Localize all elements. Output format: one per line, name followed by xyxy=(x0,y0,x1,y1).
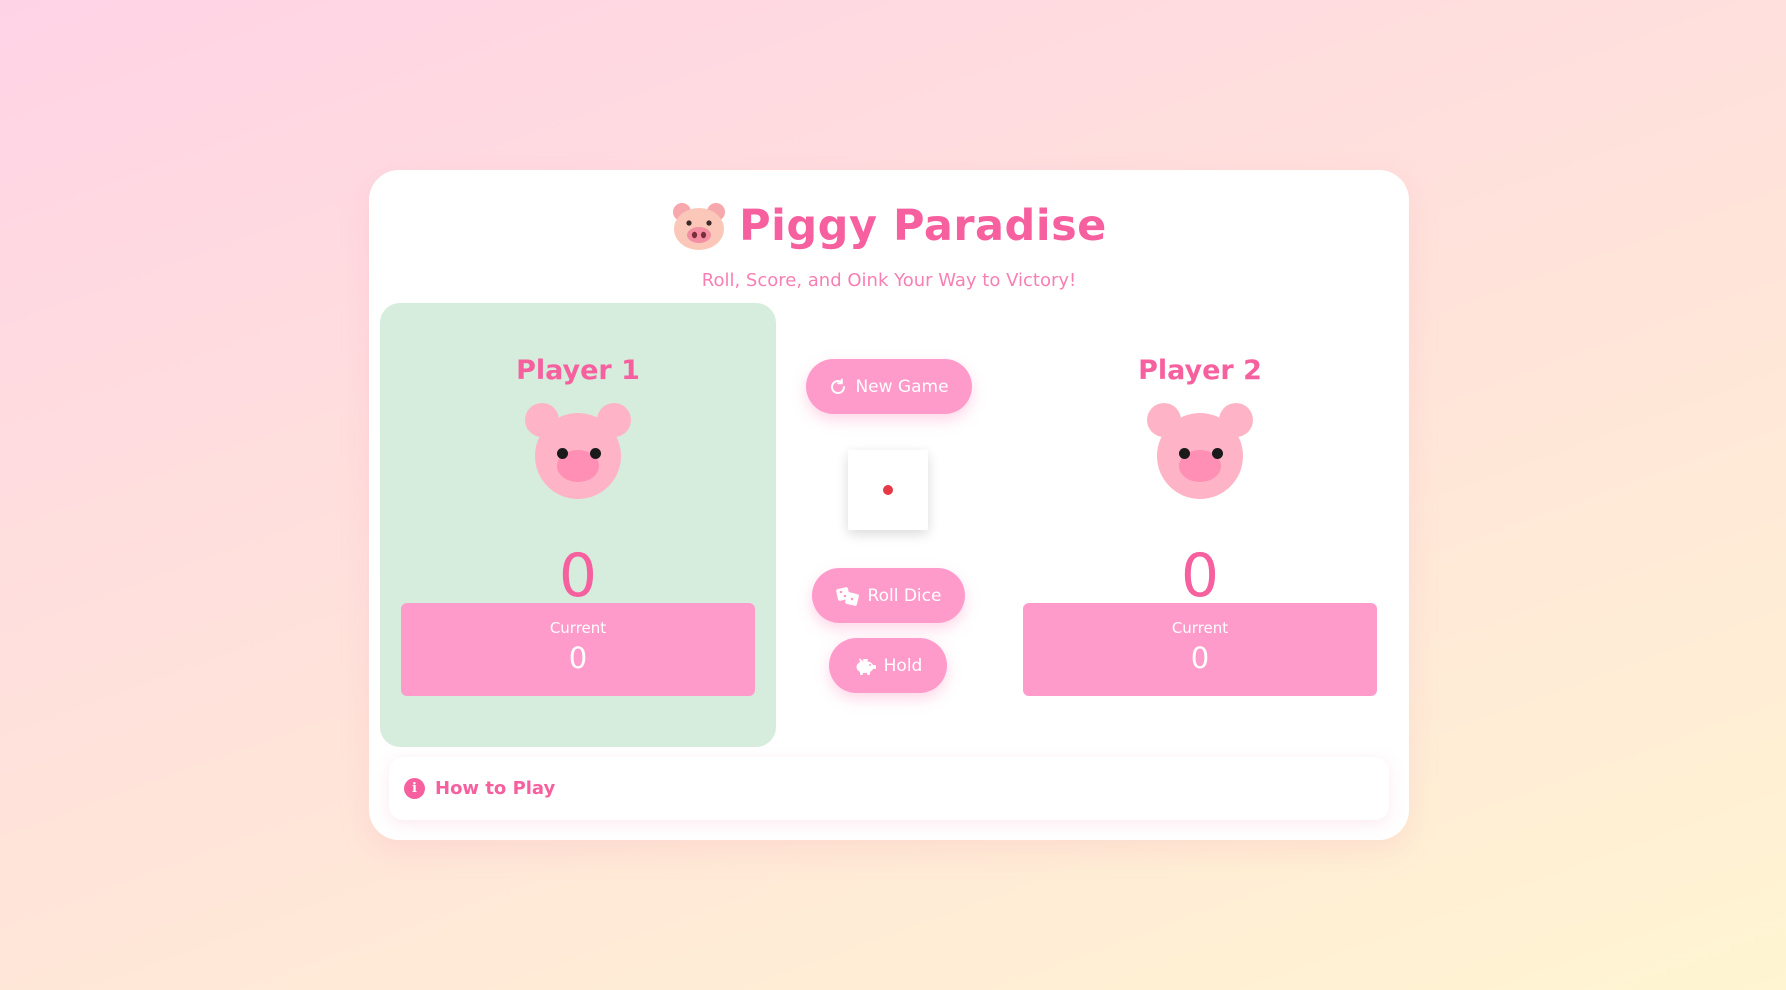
pig-eye-right xyxy=(590,448,601,459)
current-value: 0 xyxy=(1190,641,1210,675)
piggy-bank-icon xyxy=(854,657,876,675)
new-game-button[interactable]: New Game xyxy=(806,359,972,414)
game-card: Piggy Paradise Roll, Score, and Oink You… xyxy=(369,170,1409,840)
hold-button[interactable]: Hold xyxy=(829,638,947,693)
new-game-label: New Game xyxy=(855,376,949,397)
dice-icon xyxy=(835,586,860,606)
how-to-play-label: How to Play xyxy=(435,778,556,799)
current-label: Current xyxy=(1171,619,1229,637)
player-1-current-box: Current 0 xyxy=(401,603,755,696)
player-1-panel: Player 1 0 Current 0 xyxy=(380,303,776,747)
dice xyxy=(848,450,928,530)
hold-label: Hold xyxy=(883,655,923,676)
roll-dice-label: Roll Dice xyxy=(867,585,942,606)
pig-eye-left xyxy=(557,448,568,459)
pig-eye-left xyxy=(1179,448,1190,459)
title-row: Piggy Paradise xyxy=(369,200,1409,252)
player-1-name: Player 1 xyxy=(516,355,640,386)
pig-face xyxy=(535,413,621,499)
dice-pip xyxy=(883,485,893,495)
pig-face-icon xyxy=(671,200,727,252)
app-subtitle: Roll, Score, and Oink Your Way to Victor… xyxy=(701,270,1077,291)
current-label: Current xyxy=(549,619,607,637)
current-value: 0 xyxy=(568,641,588,675)
pig-eye-right xyxy=(1212,448,1223,459)
app-title: Piggy Paradise xyxy=(739,201,1107,251)
how-to-play-toggle[interactable]: i How to Play xyxy=(389,757,1389,820)
player-2-name: Player 2 xyxy=(1138,355,1262,386)
pig-avatar-icon xyxy=(525,403,631,501)
player-2-panel: Player 2 0 Current 0 xyxy=(1002,303,1398,747)
roll-dice-button[interactable]: Roll Dice xyxy=(812,568,965,623)
player-2-score: 0 xyxy=(1180,541,1220,611)
info-icon: i xyxy=(404,778,425,799)
refresh-icon xyxy=(829,378,847,396)
player-2-current-box: Current 0 xyxy=(1023,603,1377,696)
player-1-score: 0 xyxy=(558,541,598,611)
pig-avatar-icon xyxy=(1147,403,1253,501)
pig-face xyxy=(1157,413,1243,499)
